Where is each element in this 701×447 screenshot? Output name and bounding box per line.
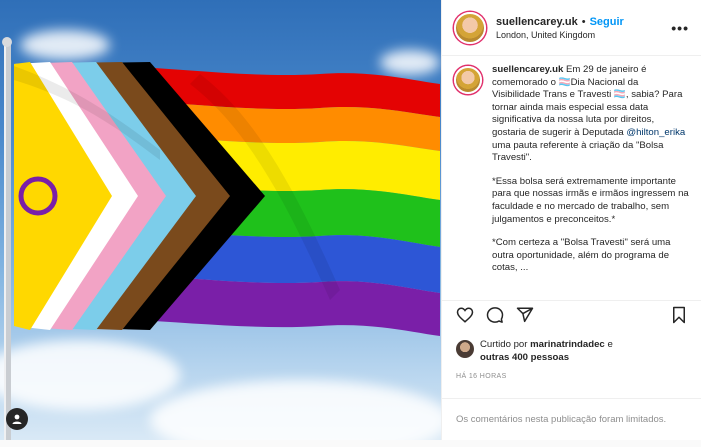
likes-summary: Curtido por marinatrindadec e outras 400… <box>456 338 613 364</box>
user-tag-icon[interactable] <box>6 408 28 430</box>
bookmark-icon[interactable] <box>671 306 687 329</box>
post-header: suellencarey.uk • Seguir London, United … <box>442 0 701 56</box>
share-icon[interactable] <box>516 306 534 329</box>
liker-username[interactable]: marinatrindadec <box>530 339 605 350</box>
caption-text: suellencarey.uk Em 29 de janeiro é comem… <box>492 64 689 298</box>
likes-and: e <box>604 339 613 350</box>
caption-area: suellencarey.uk Em 29 de janeiro é comem… <box>442 58 701 298</box>
caption-username[interactable]: suellencarey.uk <box>492 64 563 75</box>
more-options-icon[interactable]: ••• <box>671 20 689 36</box>
action-bar <box>442 300 701 334</box>
avatar[interactable] <box>454 66 482 94</box>
caption-part: uma pauta referente à criação da "Bolsa … <box>492 139 664 164</box>
caption-paragraph: *Essa bolsa será extremamente importante… <box>492 175 689 225</box>
header-text: suellencarey.uk • Seguir London, United … <box>496 16 671 40</box>
likes-count-link[interactable]: outras 400 pessoas <box>480 352 569 363</box>
heart-icon[interactable] <box>456 306 474 329</box>
bottom-edge <box>0 440 701 447</box>
post-detail-panel: suellencarey.uk • Seguir London, United … <box>441 0 701 440</box>
location-link[interactable]: London, United Kingdom <box>496 30 671 40</box>
post-image[interactable] <box>0 0 441 440</box>
liked-by-label: Curtido por <box>480 339 531 350</box>
mention-link[interactable]: @hilton_erika <box>626 127 685 138</box>
separator-dot: • <box>581 15 586 28</box>
comment-icon[interactable] <box>486 306 504 329</box>
comments-limited-notice: Os comentários nesta publicação foram li… <box>442 398 701 440</box>
caption-paragraph: *Com certeza a "Bolsa Travesti" será uma… <box>492 237 671 274</box>
liker-avatar[interactable] <box>456 340 474 358</box>
post-timestamp[interactable]: HÁ 16 HORAS <box>456 373 507 380</box>
progress-pride-flag <box>2 37 440 440</box>
avatar[interactable] <box>454 11 486 44</box>
username-link[interactable]: suellencarey.uk <box>496 16 578 28</box>
follow-button[interactable]: Seguir <box>590 16 624 28</box>
